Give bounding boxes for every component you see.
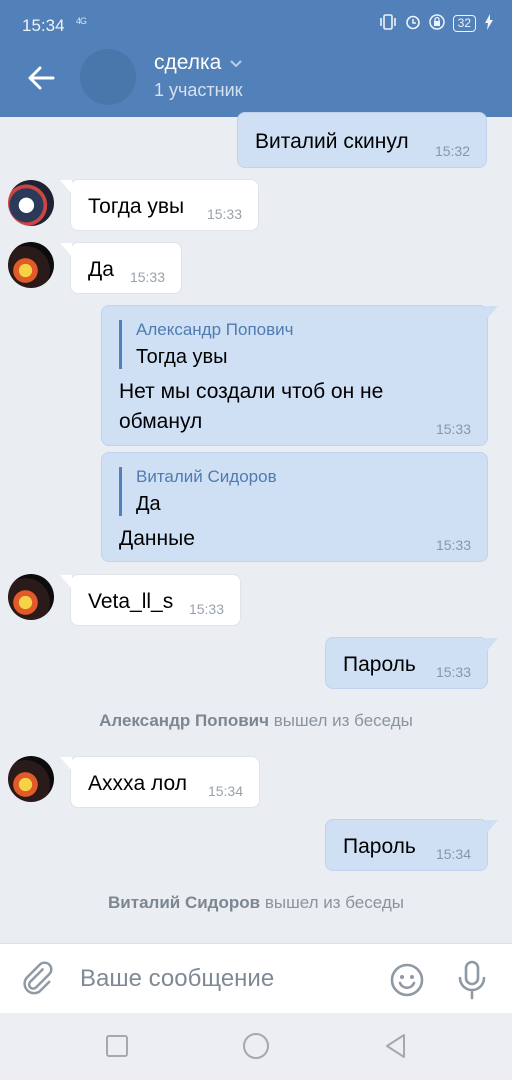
message-time: 15:33 bbox=[435, 664, 471, 680]
emoji-button[interactable] bbox=[388, 961, 426, 999]
message-text: Тогда увы bbox=[88, 195, 185, 218]
back-button[interactable] bbox=[22, 60, 60, 96]
message-outgoing-reply[interactable]: Виталий Сидоров Да Данные 15:33 bbox=[101, 452, 488, 562]
service-user-name[interactable]: Виталий Сидоров bbox=[108, 893, 260, 912]
message-outgoing[interactable]: Пароль 15:33 bbox=[325, 637, 498, 689]
message-time: 15:33 bbox=[188, 601, 224, 617]
vibrate-icon bbox=[379, 14, 397, 33]
message-text: Да bbox=[88, 258, 114, 281]
avatar[interactable] bbox=[8, 180, 54, 226]
smile-icon bbox=[390, 963, 424, 997]
status-time: 15:34 bbox=[22, 16, 65, 35]
reply-quote[interactable]: Александр Попович Тогда увы bbox=[119, 320, 294, 369]
quote-author: Александр Попович bbox=[136, 320, 294, 339]
message-text: Нет мы создали чтоб он не обманул bbox=[119, 377, 383, 437]
service-message: Александр Попович вышел из беседы bbox=[0, 711, 512, 731]
message-incoming[interactable]: Аxxxa лол 15:34 bbox=[60, 756, 260, 808]
avatar[interactable] bbox=[8, 756, 54, 802]
bubble-tail bbox=[60, 575, 72, 589]
message-text: Данные bbox=[119, 527, 195, 550]
avatar[interactable] bbox=[8, 574, 54, 620]
avatar[interactable] bbox=[8, 242, 54, 288]
message-composer bbox=[0, 943, 512, 1013]
chat-title-button[interactable]: сделка bbox=[154, 51, 243, 75]
message-text: Пароль bbox=[343, 653, 416, 676]
message-input[interactable] bbox=[80, 962, 370, 996]
bubble-tail bbox=[60, 243, 72, 257]
chevron-down-icon bbox=[230, 59, 243, 67]
voice-message-button[interactable] bbox=[455, 959, 489, 1001]
message-text-line: обманул bbox=[119, 410, 203, 433]
lock-icon bbox=[428, 14, 445, 33]
triangle-back-icon bbox=[386, 1034, 405, 1058]
message-outgoing[interactable]: Пароль 15:34 bbox=[325, 819, 498, 871]
message-outgoing-reply[interactable]: Александр Попович Тогда увы Нет мы созда… bbox=[101, 305, 498, 446]
service-message: Виталий Сидоров вышел из беседы bbox=[0, 893, 512, 913]
service-action: вышел из беседы bbox=[273, 711, 413, 730]
message-text: Виталий скинул bbox=[255, 130, 409, 153]
message-text: Аxxxa лол bbox=[88, 772, 187, 795]
message-text-line: Нет мы создали чтоб он не bbox=[119, 380, 384, 403]
quote-text: Тогда увы bbox=[136, 346, 228, 368]
app-header: 15:34 4G 32 сделка 1 участник bbox=[0, 0, 512, 117]
bubble-tail bbox=[486, 820, 498, 834]
bubble-tail bbox=[60, 180, 72, 194]
quote-text: Да bbox=[136, 493, 161, 515]
bubble-tail bbox=[60, 757, 72, 771]
message-outgoing[interactable]: Виталий скинул 15:32 bbox=[237, 112, 487, 168]
message-incoming[interactable]: Тогда увы 15:33 bbox=[60, 179, 259, 231]
chat-avatar[interactable] bbox=[80, 49, 136, 105]
message-text: Пароль bbox=[343, 835, 416, 858]
back-nav-button[interactable] bbox=[381, 1031, 411, 1061]
recent-apps-button[interactable] bbox=[102, 1031, 132, 1061]
home-button[interactable] bbox=[241, 1031, 271, 1061]
circle-icon bbox=[243, 1033, 269, 1059]
status-icons: 32 bbox=[379, 14, 494, 33]
chat-title: сделка bbox=[154, 51, 222, 74]
bubble-tail bbox=[486, 638, 498, 652]
status-bar: 15:34 4G 32 bbox=[0, 0, 512, 50]
system-navigation-bar bbox=[0, 1013, 512, 1080]
message-incoming[interactable]: Veta_ll_s 15:33 bbox=[60, 574, 241, 626]
chat-subtitle: 1 участник bbox=[154, 80, 243, 100]
reply-quote[interactable]: Виталий Сидоров Да bbox=[119, 467, 277, 516]
alarm-icon bbox=[405, 14, 421, 33]
service-user-name[interactable]: Александр Попович bbox=[99, 711, 269, 730]
attach-button[interactable] bbox=[20, 960, 60, 1000]
paperclip-icon bbox=[23, 961, 53, 995]
message-text: Veta_ll_s bbox=[88, 590, 174, 613]
service-action: вышел из беседы bbox=[264, 893, 404, 912]
network-indicator: 4G bbox=[76, 16, 87, 26]
bubble-tail bbox=[486, 306, 498, 320]
message-time: 15:33 bbox=[435, 421, 471, 437]
message-time: 15:34 bbox=[435, 846, 471, 862]
arrow-left-icon bbox=[28, 66, 55, 90]
message-time: 15:33 bbox=[435, 537, 471, 553]
microphone-icon bbox=[458, 960, 486, 1000]
quote-author: Виталий Сидоров bbox=[136, 467, 277, 486]
battery-indicator: 32 bbox=[452, 15, 476, 32]
message-time: 15:32 bbox=[434, 143, 470, 159]
message-time: 15:33 bbox=[129, 269, 165, 285]
message-time: 15:34 bbox=[207, 783, 243, 799]
charging-icon bbox=[484, 14, 494, 33]
square-icon bbox=[106, 1035, 128, 1057]
message-time: 15:33 bbox=[206, 206, 242, 222]
message-incoming[interactable]: Да 15:33 bbox=[60, 242, 182, 294]
